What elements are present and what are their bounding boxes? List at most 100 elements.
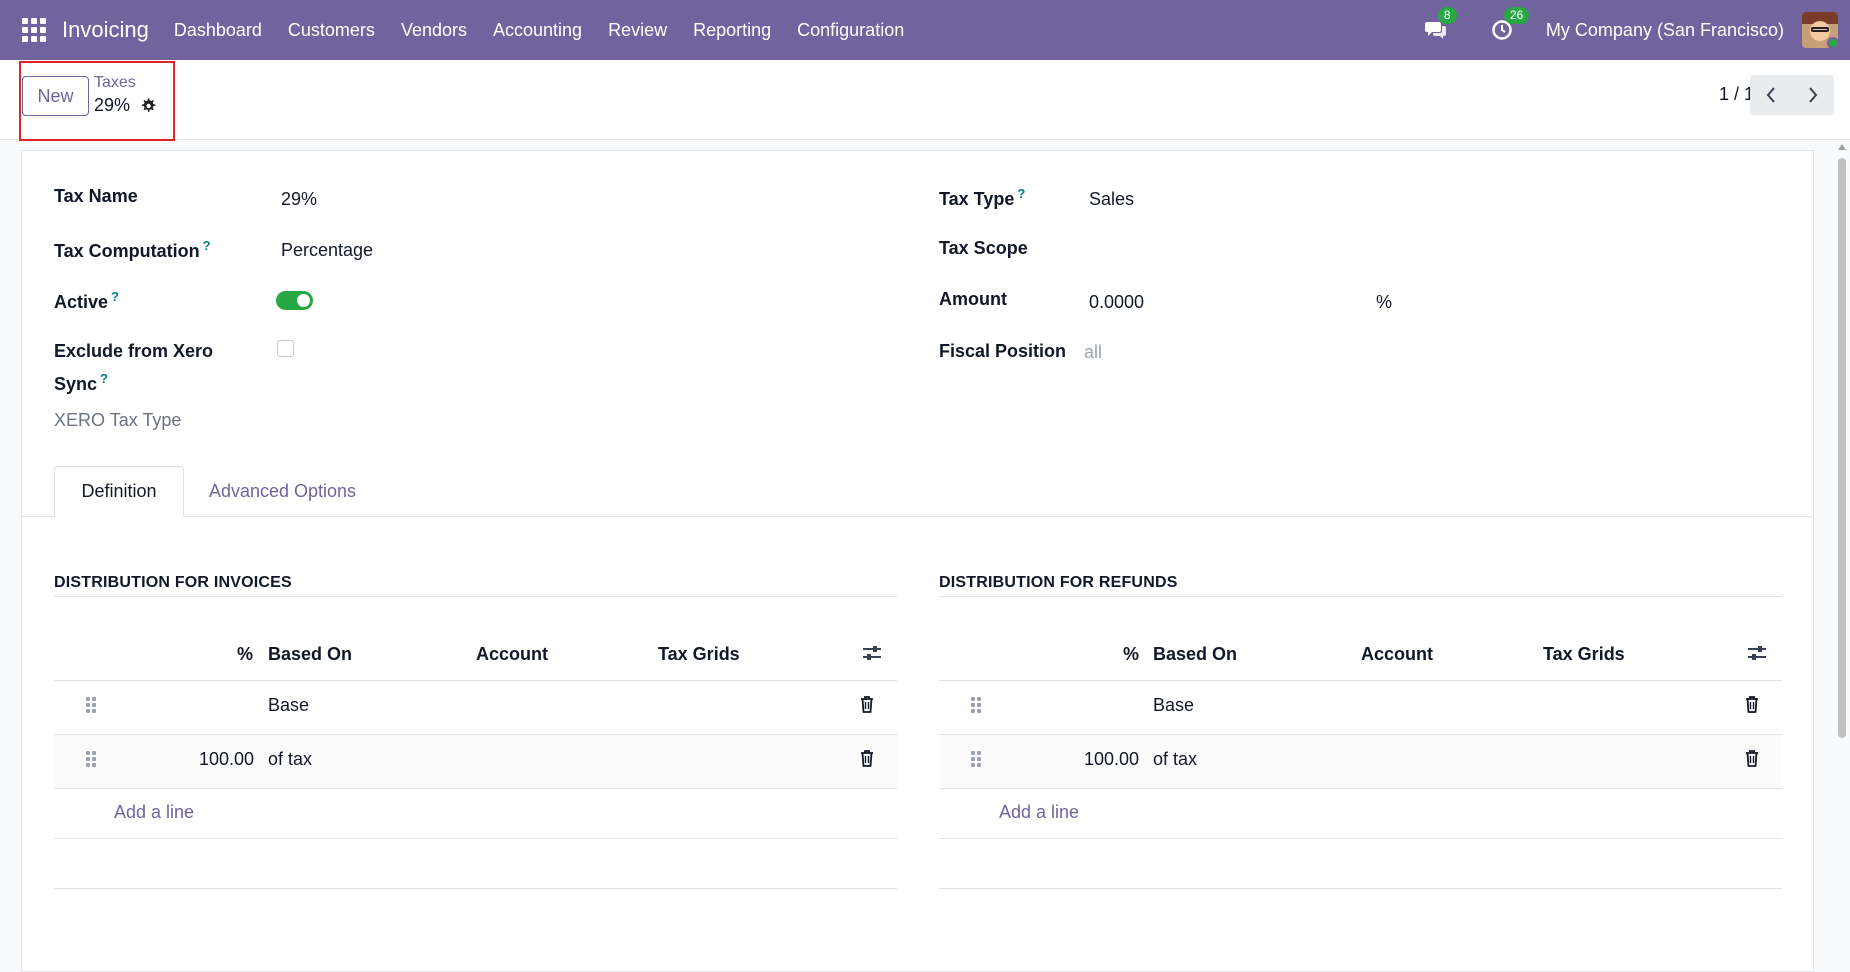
trash-icon	[1746, 695, 1758, 713]
refunds-col-based-on[interactable]: Based On	[1153, 644, 1237, 665]
invoices-row2-percent[interactable]: 100.00	[199, 749, 254, 770]
scrollbar-thumb[interactable]	[1838, 158, 1846, 738]
menu-accounting[interactable]: Accounting	[480, 20, 595, 41]
amount-unit: %	[1376, 292, 1393, 312]
active-toggle[interactable]	[276, 291, 313, 310]
fiscal-position-field[interactable]: all	[1084, 342, 1102, 363]
pager-previous-button[interactable]	[1750, 75, 1792, 115]
messages-count-badge: 8	[1437, 7, 1457, 24]
apps-menu-icon[interactable]	[22, 18, 46, 42]
exclude-xero-checkbox[interactable]	[277, 340, 294, 357]
form-sheet	[21, 150, 1814, 972]
help-tooltip-icon[interactable]: ?	[111, 289, 119, 304]
activities-button[interactable]: 26	[1488, 7, 1530, 44]
menu-dashboard[interactable]: Dashboard	[161, 20, 275, 41]
invoices-col-account[interactable]: Account	[476, 644, 548, 665]
invoices-col-based-on[interactable]: Based On	[268, 644, 352, 665]
refunds-row2-percent[interactable]: 100.00	[1084, 749, 1139, 770]
refunds-header-rule	[939, 680, 1782, 681]
refunds-col-percent[interactable]: %	[1123, 644, 1139, 665]
pager-next-button[interactable]	[1792, 75, 1834, 115]
tab-advanced-options[interactable]: Advanced Options	[190, 466, 375, 517]
invoices-row2-background	[54, 735, 897, 787]
menu-review[interactable]: Review	[595, 20, 680, 41]
refunds-col-tax-grids[interactable]: Tax Grids	[1543, 644, 1625, 665]
invoices-section-title: DISTRIBUTION FOR INVOICES	[54, 574, 292, 591]
invoices-row-rule	[54, 838, 897, 839]
trash-icon	[861, 749, 873, 767]
delete-row-button[interactable]	[1742, 694, 1762, 714]
sliders-icon	[1748, 646, 1766, 660]
top-navbar: Invoicing Dashboard Customers Vendors Ac…	[0, 0, 1850, 60]
activities-count-badge: 26	[1503, 7, 1530, 24]
refunds-row-rule	[939, 788, 1782, 789]
messages-button[interactable]: 8	[1422, 7, 1457, 44]
pager-value[interactable]: 1 / 1	[1719, 84, 1754, 105]
app-title[interactable]: Invoicing	[62, 17, 149, 43]
menu-configuration[interactable]: Configuration	[784, 20, 917, 41]
drag-handle-icon[interactable]	[971, 697, 981, 713]
xero-tax-type-label: XERO Tax Type	[54, 410, 182, 430]
menu-reporting[interactable]: Reporting	[680, 20, 784, 41]
gear-icon[interactable]	[140, 98, 156, 114]
refunds-section-rule	[939, 596, 1782, 597]
tax-name-field[interactable]: 29%	[281, 189, 317, 210]
tax-type-label: Tax Type?	[939, 186, 1026, 209]
online-status-icon	[1827, 37, 1838, 48]
invoices-row2-based-on[interactable]: of tax	[268, 749, 312, 770]
help-tooltip-icon[interactable]: ?	[1017, 186, 1025, 201]
help-tooltip-icon[interactable]: ?	[100, 371, 108, 386]
refunds-col-account[interactable]: Account	[1361, 644, 1433, 665]
sliders-icon	[863, 646, 881, 660]
delete-row-button[interactable]	[1742, 748, 1762, 768]
refunds-row1-based-on[interactable]: Base	[1153, 695, 1194, 716]
tax-name-label: Tax Name	[54, 186, 138, 206]
invoices-col-percent[interactable]: %	[237, 644, 253, 665]
exclude-xero-label: Exclude from Xero Sync?	[54, 337, 213, 398]
tab-definition[interactable]: Definition	[54, 466, 184, 517]
refunds-add-line-link[interactable]: Add a line	[999, 802, 1079, 823]
invoices-col-tax-grids[interactable]: Tax Grids	[658, 644, 740, 665]
new-button[interactable]: New	[22, 76, 89, 116]
drag-handle-icon[interactable]	[86, 697, 96, 713]
tax-computation-label: Tax Computation?	[54, 238, 211, 261]
breadcrumb-current: 29%	[94, 95, 156, 116]
refunds-row2-based-on[interactable]: of tax	[1153, 749, 1197, 770]
chevron-right-icon	[1809, 87, 1818, 103]
menu-vendors[interactable]: Vendors	[388, 20, 480, 41]
refunds-row-rule	[939, 838, 1782, 839]
refunds-row2-background	[939, 735, 1782, 787]
drag-handle-icon[interactable]	[86, 751, 96, 767]
exclude-xero-label-line2: Sync	[54, 374, 98, 394]
delete-row-button[interactable]	[857, 748, 877, 768]
trash-icon	[1746, 749, 1758, 767]
refunds-footer-rule	[939, 888, 1782, 889]
invoices-add-line-link[interactable]: Add a line	[114, 802, 194, 823]
scroll-up-arrow-icon[interactable]	[1838, 144, 1846, 150]
page-scrollbar[interactable]	[1838, 144, 1846, 972]
tax-type-select[interactable]: Sales	[1089, 189, 1134, 210]
breadcrumb-taxes-link[interactable]: Taxes	[94, 74, 136, 92]
invoices-section-rule	[54, 596, 897, 597]
invoices-column-settings-button[interactable]	[862, 643, 882, 663]
amount-field[interactable]: 0.0000	[1089, 292, 1144, 313]
control-panel: New Taxes 29% 1 / 1	[0, 60, 1850, 141]
fiscal-position-label: Fiscal Position	[939, 341, 1067, 361]
company-switcher[interactable]: My Company (San Francisco)	[1546, 20, 1784, 41]
tax-scope-label: Tax Scope	[939, 238, 1028, 258]
trash-icon	[861, 695, 873, 713]
invoices-row1-based-on[interactable]: Base	[268, 695, 309, 716]
delete-row-button[interactable]	[857, 694, 877, 714]
tax-computation-select[interactable]: Percentage	[281, 240, 373, 261]
menu-customers[interactable]: Customers	[275, 20, 388, 41]
invoices-footer-rule	[54, 888, 897, 889]
drag-handle-icon[interactable]	[971, 751, 981, 767]
refunds-column-settings-button[interactable]	[1747, 643, 1767, 663]
invoices-row-rule	[54, 788, 897, 789]
active-label: Active?	[54, 289, 119, 312]
exclude-xero-label-line1: Exclude from Xero	[54, 341, 214, 361]
chevron-left-icon	[1766, 87, 1775, 103]
user-avatar[interactable]	[1802, 12, 1838, 48]
amount-label: Amount	[939, 289, 1007, 309]
help-tooltip-icon[interactable]: ?	[203, 238, 211, 253]
